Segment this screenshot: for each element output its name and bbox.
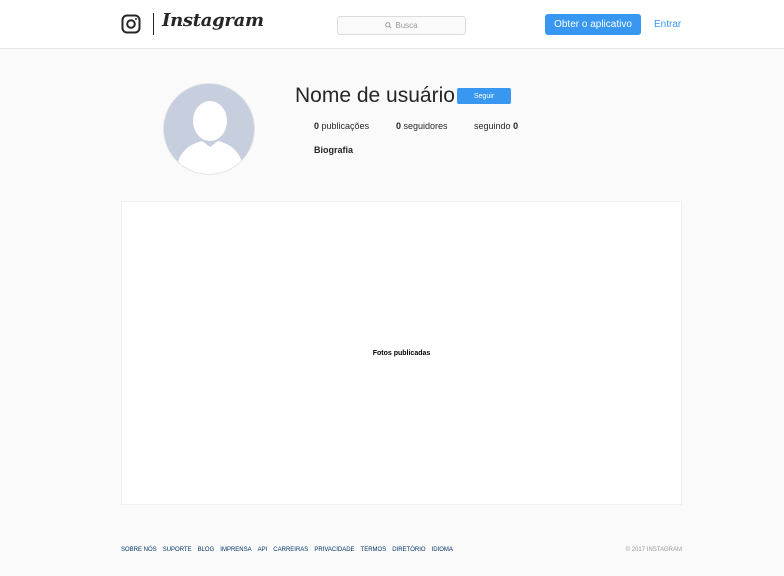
following-label: seguindo: [474, 121, 511, 131]
footer-link-language[interactable]: Idioma: [432, 547, 453, 553]
footer-link-support[interactable]: Suporte: [163, 547, 192, 553]
followers-label: seguidores: [403, 121, 448, 131]
footer-link-blog[interactable]: Blog: [198, 547, 215, 553]
profile-avatar: [163, 83, 255, 175]
footer-link-press[interactable]: Imprensa: [220, 547, 251, 553]
instagram-camera-icon[interactable]: [121, 14, 141, 34]
footer-link-about[interactable]: Sobre nós: [121, 547, 157, 553]
search-icon: [385, 22, 392, 29]
posts-count: 0: [314, 121, 320, 131]
instagram-wordmark[interactable]: Instagram: [162, 10, 264, 31]
profile-bio: Biografia: [314, 145, 354, 155]
get-app-button[interactable]: Obter o aplicativo: [545, 14, 641, 35]
footer-links: Sobre nós Suporte Blog Imprensa API Carr…: [121, 547, 453, 553]
login-link[interactable]: Entrar: [654, 19, 681, 30]
posted-photos-area: Fotos publicadas: [121, 201, 682, 505]
footer: Sobre nós Suporte Blog Imprensa API Carr…: [121, 547, 682, 559]
top-nav-bar: Instagram Busca Obter o aplicativo Entra…: [0, 0, 784, 49]
follow-button[interactable]: Seguir: [457, 88, 511, 104]
footer-link-careers[interactable]: Carreiras: [273, 547, 308, 553]
copyright-text: © 2017 INSTAGRAM: [625, 547, 682, 553]
posted-photos-label: Fotos publicadas: [372, 349, 431, 357]
logo-divider: [153, 13, 154, 35]
footer-link-api[interactable]: API: [258, 547, 268, 553]
profile-username: Nome de usuário: [295, 84, 455, 107]
search-placeholder: Busca: [395, 21, 418, 30]
following-count: 0: [513, 121, 519, 131]
footer-link-terms[interactable]: Termos: [361, 547, 387, 553]
posts-stat: 0 publicações: [314, 121, 369, 131]
posts-label: publicações: [321, 121, 370, 131]
footer-link-directory[interactable]: Diretório: [392, 547, 425, 553]
default-avatar-silhouette-icon: [164, 84, 254, 174]
search-input[interactable]: Busca: [337, 16, 466, 35]
followers-count: 0: [396, 121, 402, 131]
following-stat[interactable]: seguindo 0: [474, 121, 518, 131]
footer-link-privacy[interactable]: Privacidade: [314, 547, 354, 553]
followers-stat[interactable]: 0 seguidores: [396, 121, 448, 131]
